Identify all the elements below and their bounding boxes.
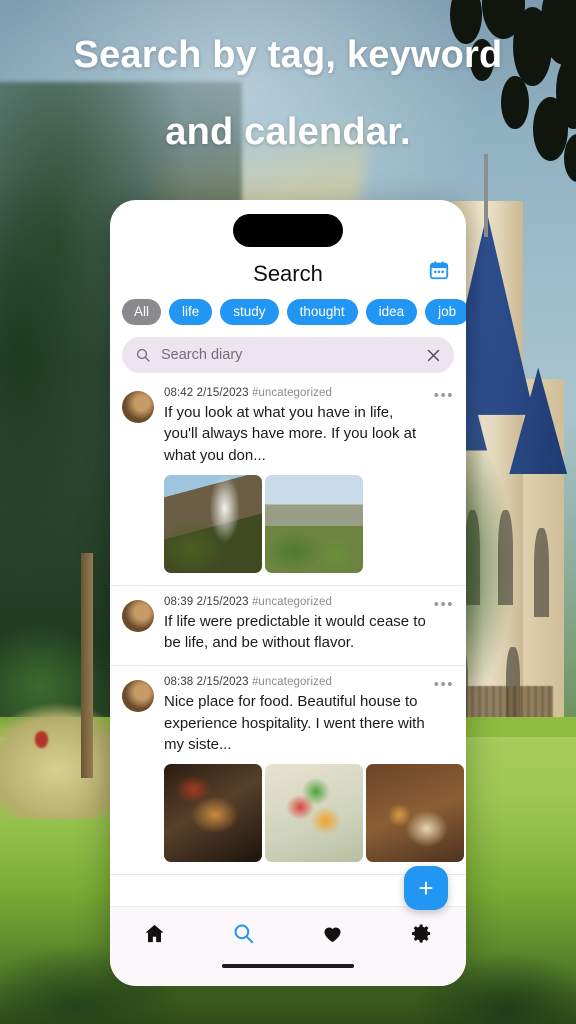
tab-home[interactable] [110,922,199,950]
tab-favorites[interactable] [288,922,377,950]
home-icon [143,922,166,950]
red-flower [34,731,49,748]
promo-headline-line2: and calendar. [165,111,411,154]
castle-window [534,527,550,617]
search-icon [135,347,151,363]
entry-content: 08:38 2/15/2023 #uncategorized Nice plac… [164,676,464,863]
filter-chip-job[interactable]: job [425,299,466,325]
filter-chip-thought[interactable]: thought [286,299,358,325]
avatar [122,680,154,713]
more-options-icon[interactable]: ••• [434,677,454,692]
filter-chip-life[interactable]: life [169,299,213,325]
search-icon [232,922,255,950]
entry-content: 08:42 2/15/2023 #uncategorized If you lo… [164,387,452,573]
search-bar[interactable]: Search diary [122,337,454,373]
page-title: Search [253,261,323,286]
entry-time: 08:39 [164,595,194,608]
tree-trunk [80,552,94,779]
entry-meta: 08:39 2/15/2023 #uncategorized [164,596,428,608]
promo-headline-line1: Search by tag, keyword [73,34,503,76]
filter-chip-row[interactable]: All life study thought idea job travel [110,293,466,331]
app-header: Search [110,247,466,293]
entry-thumbnails[interactable] [164,764,464,863]
entry-tag: #uncategorized [251,595,332,608]
entry-time: 08:38 [164,676,194,689]
grilled-chicken-photo[interactable] [164,764,262,863]
tab-settings[interactable] [377,922,466,950]
baking-photo[interactable] [366,764,464,863]
gear-icon [410,922,433,950]
search-input[interactable]: Search diary [161,347,416,363]
vegetable-skewers-photo[interactable] [265,764,363,863]
filter-chip-idea[interactable]: idea [365,299,418,325]
tab-search[interactable] [199,922,288,950]
entry-text: If you look at what you have in life, yo… [164,404,417,464]
entry-meta: 08:42 2/15/2023 #uncategorized [164,387,428,399]
castle-spire [484,153,489,237]
dynamic-island [233,214,343,247]
diary-entry-list[interactable]: 08:42 2/15/2023 #uncategorized If you lo… [110,377,466,906]
entry-time: 08:42 [164,387,194,399]
entry-text: If life were predictable it would cease … [164,612,426,652]
entry-date: 2/15/2023 [196,595,249,608]
promo-headline: Search by tag, keyword and calendar. [0,30,576,159]
list-item[interactable]: 08:39 2/15/2023 #uncategorized If life w… [110,586,466,667]
more-options-icon[interactable]: ••• [434,597,454,612]
entry-date: 2/15/2023 [196,676,249,689]
calendar-icon[interactable] [428,259,450,281]
entry-content: 08:39 2/15/2023 #uncategorized If life w… [164,596,452,654]
list-item[interactable]: 08:42 2/15/2023 #uncategorized If you lo… [110,377,466,586]
filter-chip-study[interactable]: study [220,299,279,325]
heart-icon [321,922,344,950]
close-icon[interactable] [426,348,441,363]
entry-tag: #uncategorized [251,676,332,689]
dune-photo[interactable] [265,474,363,573]
home-indicator [222,964,354,968]
entry-meta: 08:38 2/15/2023 #uncategorized [164,676,428,688]
entry-tag: #uncategorized [251,387,332,399]
waterfall-photo[interactable] [164,474,262,573]
list-item[interactable]: 08:38 2/15/2023 #uncategorized Nice plac… [110,666,466,876]
home-indicator-area [110,964,466,986]
add-entry-button[interactable]: + [404,866,448,910]
more-options-icon[interactable]: ••• [434,388,454,403]
phone-mockup: Search All life study thought idea job t… [110,200,466,986]
bottom-navigation[interactable] [110,906,466,964]
filter-chip-all[interactable]: All [122,299,162,325]
entry-date: 2/15/2023 [196,387,249,399]
entry-text: Nice place for food. Beautiful house to … [164,693,425,754]
avatar [122,391,154,423]
avatar [122,599,154,632]
entry-thumbnails[interactable] [164,474,428,573]
